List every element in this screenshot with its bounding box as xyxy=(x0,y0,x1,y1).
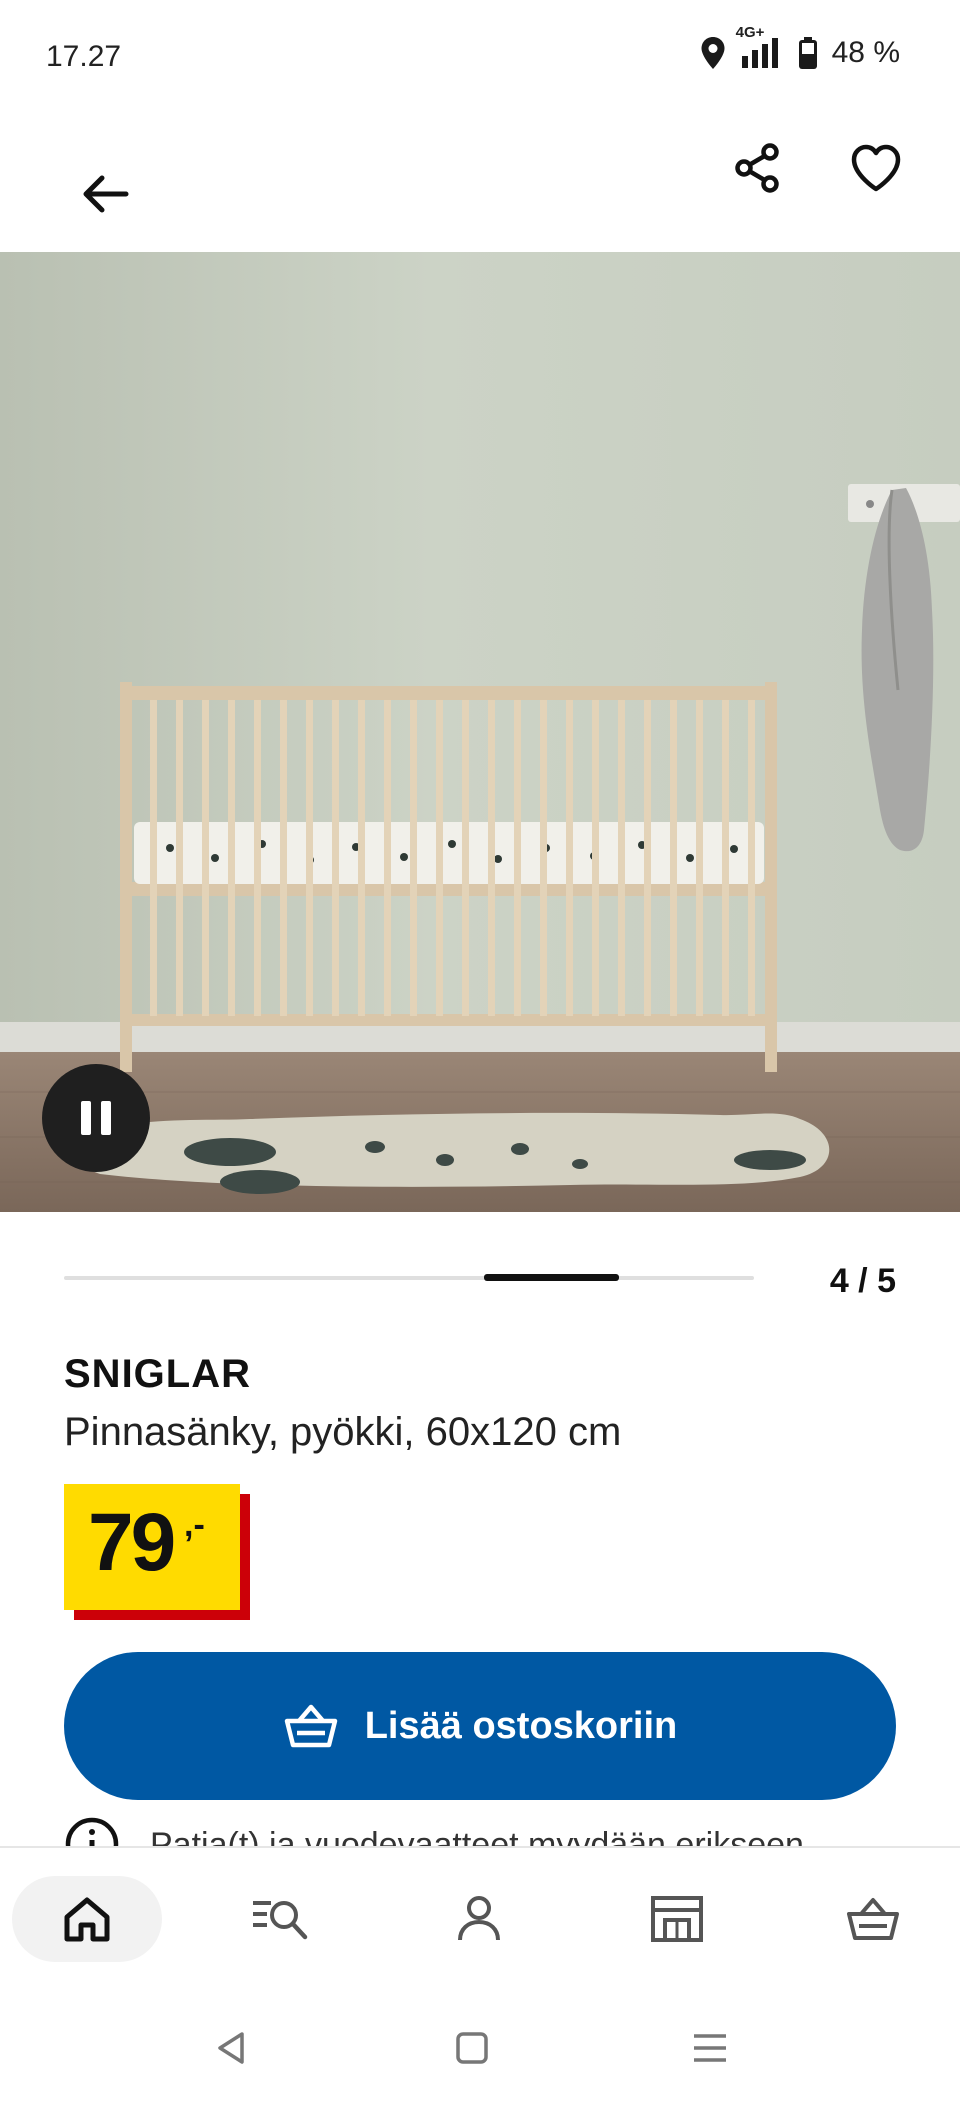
crib-illustration xyxy=(0,252,960,1212)
app-header xyxy=(0,110,960,252)
square-home-icon xyxy=(456,2032,488,2064)
price-box: 79 ,- xyxy=(64,1484,240,1610)
pause-icon xyxy=(81,1101,91,1135)
image-carousel-indicator: 4 / 5 xyxy=(64,1262,896,1302)
price-integer: 79 xyxy=(88,1497,176,1588)
product-image[interactable] xyxy=(0,252,960,1212)
home-icon xyxy=(64,1897,110,1942)
pause-slideshow-button[interactable] xyxy=(42,1064,150,1172)
add-to-cart-label: Lisää ostoskoriin xyxy=(364,1704,678,1747)
image-counter: 4 / 5 xyxy=(829,1262,896,1300)
store-icon xyxy=(651,1896,703,1942)
share-button[interactable] xyxy=(728,138,788,198)
add-to-cart-button[interactable]: Lisää ostoskoriin xyxy=(64,1652,896,1800)
system-back-button[interactable] xyxy=(202,2024,262,2072)
network-type: 4G+ xyxy=(735,24,765,41)
battery-icon xyxy=(798,36,818,70)
triangle-back-icon xyxy=(218,2032,244,2064)
profile-icon xyxy=(458,1896,500,1941)
nav-store[interactable] xyxy=(602,1876,752,1962)
price-tag: 79 ,- xyxy=(64,1484,250,1620)
signal-icon: 4G+ xyxy=(736,24,784,70)
nav-profile[interactable] xyxy=(404,1876,554,1962)
nav-cart[interactable] xyxy=(798,1876,948,1962)
info-notice: Patja(t) ja vuodevaatteet myydään erikse… xyxy=(64,1816,896,1846)
status-bar: 17.27 4G+ 48 % xyxy=(0,0,960,110)
price-decimal: ,- xyxy=(184,1506,205,1544)
share-icon xyxy=(735,143,779,193)
carousel-track xyxy=(64,1276,754,1280)
product-name: SNIGLAR xyxy=(64,1352,251,1396)
info-text: Patja(t) ja vuodevaatteet myydään erikse… xyxy=(150,1826,804,1846)
nav-home[interactable] xyxy=(12,1876,162,1962)
system-home-button[interactable] xyxy=(442,2024,502,2072)
bottom-navigation xyxy=(0,1846,960,1984)
basket-icon xyxy=(284,1704,337,1748)
location-icon xyxy=(700,36,726,70)
product-description: Pinnasänky, pyökki, 60x120 cm xyxy=(64,1410,622,1454)
system-navigation xyxy=(0,1984,960,2112)
search-icon xyxy=(253,1901,308,1940)
heart-icon xyxy=(851,144,901,192)
favorite-button[interactable] xyxy=(846,138,906,198)
menu-lines-icon xyxy=(694,2034,726,2062)
cart-icon xyxy=(847,1898,899,1940)
battery-percent: 48 % xyxy=(831,36,900,69)
info-icon xyxy=(65,1817,119,1846)
nav-search[interactable] xyxy=(206,1876,356,1962)
status-time: 17.27 xyxy=(46,40,122,73)
status-icons: 4G+ 48 % xyxy=(700,24,900,70)
back-button[interactable] xyxy=(76,164,136,224)
system-menu-button[interactable] xyxy=(680,2024,740,2072)
carousel-progress xyxy=(484,1274,620,1281)
back-arrow-icon xyxy=(83,175,129,213)
